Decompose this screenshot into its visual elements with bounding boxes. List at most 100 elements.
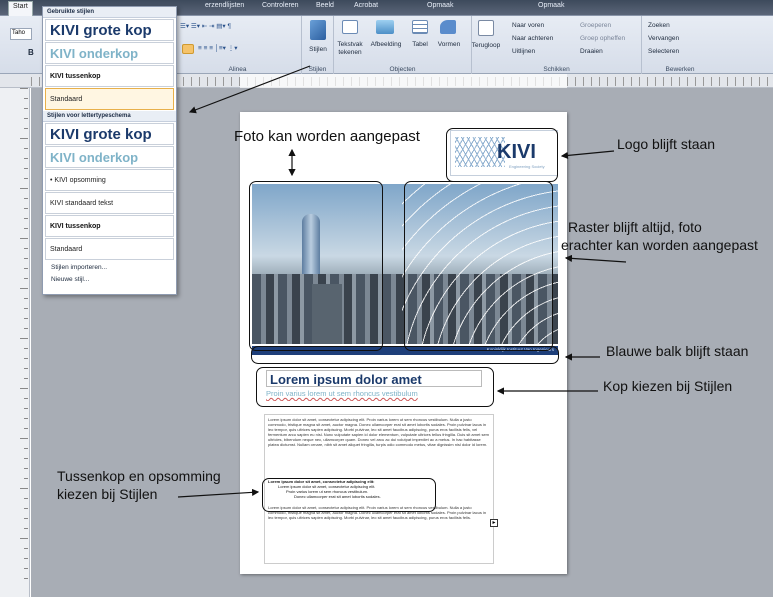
stijlen-button[interactable]: Stijlen [302, 46, 334, 53]
ruler-tick [24, 258, 28, 259]
group-alinea: ☰▾ ☰▾ ⇤ ⇥ ▤▾ ¶ ≡ ≡ ≡ │≡▾ ⋮▾ Alinea [174, 16, 302, 74]
group-label-alinea: Alinea [228, 66, 247, 73]
ruler-tick [24, 348, 28, 349]
tekstvak-icon[interactable] [342, 20, 358, 34]
style-item-kivi-opsomming[interactable]: • KIVI opsomming [45, 169, 174, 191]
ruler-tick [24, 198, 28, 199]
ruler-tick [24, 368, 28, 369]
tabel-button[interactable]: Tabel [406, 41, 434, 48]
ruler-tick [24, 108, 28, 109]
draaien-button[interactable]: Draaien [580, 48, 603, 55]
ruler-tick [24, 308, 28, 309]
uitlijnen-button[interactable]: Uitlijnen [512, 48, 535, 55]
tab-start[interactable]: Start [8, 1, 33, 16]
group-label-bewerken: Bewerken [665, 66, 695, 73]
group-label-objecten: Objecten [389, 66, 416, 73]
ruler-tick [24, 168, 28, 169]
tab-acrobat[interactable]: Acrobat [354, 2, 378, 9]
vormen-button[interactable]: Vormen [434, 41, 464, 48]
style-item-kivi-tussenkop[interactable]: KIVI tussenkop [45, 65, 174, 87]
terugloop-button[interactable]: Terugloop [468, 42, 504, 49]
tab-beeld[interactable]: Beeld [316, 2, 334, 9]
ruler-tick [20, 88, 28, 89]
tekstvak-button[interactable]: Tekstvak [334, 41, 366, 48]
selecteren-button[interactable]: Selecteren [648, 48, 679, 55]
stijlen-icon[interactable] [310, 20, 326, 40]
style-item-kivi-grote-kop[interactable]: KIVI grote kop [45, 123, 174, 145]
align-buttons[interactable]: ≡ ≡ ≡ │≡▾ ⋮▾ [198, 44, 237, 52]
ruler-tick [24, 148, 28, 149]
naar-voren-button[interactable]: Naar voren [512, 22, 544, 29]
font-name-box[interactable]: Taho [10, 28, 32, 40]
annotation-tussenkop-2: kiezen bij Stijlen [57, 486, 158, 502]
zoeken-button[interactable]: Zoeken [648, 22, 670, 29]
style-item-kivi-standaard-tekst[interactable]: KIVI standaard tekst [45, 192, 174, 214]
ruler-tick [24, 558, 28, 559]
style-item-standaard[interactable]: Standaard [45, 238, 174, 260]
ruler-tick [24, 458, 28, 459]
annotation-blauw: Blauwe balk blijft staan [606, 343, 749, 359]
ruler-tick [24, 178, 28, 179]
group-stijlen: Stijlen Stijlen [302, 16, 334, 74]
new-style-link[interactable]: Nieuwe stijl... [43, 273, 176, 285]
bold-button[interactable]: B [28, 48, 34, 57]
text-overflow-icon[interactable]: ▸ [490, 519, 498, 527]
ruler-tick [20, 388, 28, 389]
groeperen-button[interactable]: Groeperen [580, 22, 611, 29]
afbeelding-icon[interactable] [376, 20, 394, 34]
ruler-tick [20, 488, 28, 489]
vormen-icon[interactable] [440, 20, 456, 34]
terugloop-icon[interactable] [478, 20, 494, 36]
naar-achteren-button[interactable]: Naar achteren [512, 35, 553, 42]
style-item-kivi-tussenkop[interactable]: KIVI tussenkop [45, 215, 174, 237]
ruler-tick [24, 318, 28, 319]
ruler-tick [24, 208, 28, 209]
tekenen-label: tekenen [338, 49, 362, 56]
group-schikken: Terugloop Naar voren Naar achteren Uitli… [472, 16, 642, 74]
style-item-kivi-onderkop[interactable]: KIVI onderkop [45, 42, 174, 64]
bar-outline [251, 346, 559, 364]
tab-controleren[interactable]: Controleren [262, 2, 299, 9]
ruler-tick [20, 538, 28, 539]
ruler-tick [24, 498, 28, 499]
vertical-ruler[interactable] [0, 88, 30, 597]
tab-opmaak-1[interactable]: Opmaak [427, 2, 453, 9]
ruler-tick [24, 478, 28, 479]
annotation-foto: Foto kan worden aangepast [234, 128, 420, 145]
tab-opmaak-2[interactable]: Opmaak [538, 2, 564, 9]
ruler-tick [24, 428, 28, 429]
groep-opheffen-button[interactable]: Groep opheffen [580, 35, 625, 42]
ruler-tick [24, 358, 28, 359]
ruler-page-area [240, 74, 567, 88]
ruler-tick [24, 548, 28, 549]
ruler-tick [24, 298, 28, 299]
ruler-tick [20, 338, 28, 339]
tab-verzendlijsten[interactable]: erzendlijsten [205, 2, 244, 9]
ruler-tick [24, 158, 28, 159]
ruler-tick [24, 418, 28, 419]
photo-outline [249, 181, 383, 351]
style-item-kivi-onderkop[interactable]: KIVI onderkop [45, 146, 174, 168]
bullet-list-icon[interactable]: ☰▾ ☰▾ ⇤ ⇥ ▤▾ ¶ [180, 22, 231, 30]
align-left-icon[interactable] [182, 44, 194, 54]
ruler-tick [24, 528, 28, 529]
annotation-raster-1: Raster blijft altijd, foto [568, 219, 702, 235]
grid-outline [404, 181, 553, 351]
annotation-logo: Logo blijft staan [617, 136, 716, 152]
ruler-tick [24, 98, 28, 99]
import-styles-link[interactable]: Stijlen importeren... [43, 261, 176, 273]
group-objecten: Tekstvak tekenen Afbeelding Tabel Vormen… [334, 16, 472, 74]
ruler-tick [24, 248, 28, 249]
afbeelding-button[interactable]: Afbeelding [366, 41, 406, 48]
style-item-standaard[interactable]: Standaard [45, 88, 174, 110]
ruler-tick [24, 128, 28, 129]
style-item-kivi-grote-kop[interactable]: KIVI grote kop [45, 19, 174, 41]
annotation-raster-2: erachter kan worden aangepast [561, 237, 758, 253]
ruler-tick [24, 468, 28, 469]
vervangen-button[interactable]: Vervangen [648, 35, 679, 42]
publisher-window: Start erzendlijsten Controleren Beeld Ac… [0, 0, 773, 597]
list-outline [262, 478, 436, 512]
ruler-tick [20, 238, 28, 239]
group-label-schikken: Schikken [543, 66, 570, 73]
tabel-icon[interactable] [412, 20, 428, 34]
